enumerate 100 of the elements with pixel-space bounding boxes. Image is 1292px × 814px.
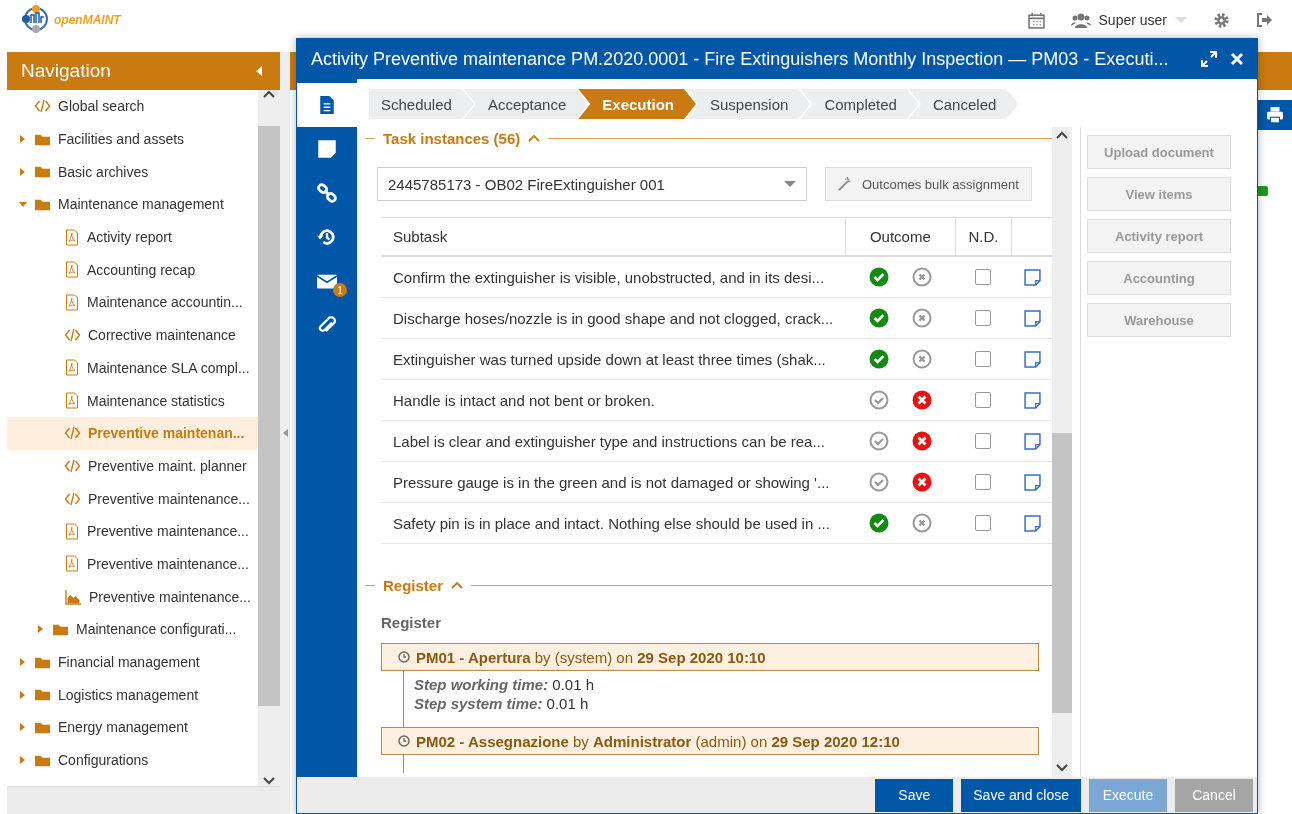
count-badge: 1 — [333, 283, 347, 297]
check-outline-icon — [868, 472, 889, 492]
code-icon — [64, 425, 81, 442]
checkbox[interactable] — [975, 351, 992, 367]
tree-item[interactable]: Preventive maintenance... — [7, 482, 258, 515]
note-icon — [1023, 268, 1041, 286]
note-icon — [1023, 432, 1041, 450]
field-label: Register — [381, 614, 443, 631]
tree-item[interactable]: Preventive maintenance... — [7, 547, 258, 581]
scrollbar-thumb[interactable] — [258, 126, 280, 706]
checkbox[interactable] — [975, 392, 992, 408]
tree-item[interactable]: Maintenance configurati... — [7, 613, 258, 646]
splitter-arrow-icon — [282, 429, 288, 437]
caret-right-icon — [19, 135, 27, 144]
note-icon — [317, 139, 337, 159]
folder-icon — [34, 687, 51, 703]
table-cell: Safety pin is in place and intact. Nothing else should be used in ... — [381, 502, 846, 544]
tree-item[interactable]: Financial management — [7, 645, 258, 679]
tree-item[interactable]: Maintenance statistics — [7, 384, 258, 417]
workflow-step: Acceptance — [463, 89, 589, 119]
note-icon — [1023, 473, 1041, 491]
caret-down-icon — [19, 200, 27, 209]
caret-right-icon — [19, 723, 27, 732]
print-icon — [1266, 106, 1284, 124]
code-icon — [64, 490, 81, 507]
chevron-up-icon[interactable] — [528, 133, 541, 143]
close-icon — [1229, 51, 1245, 67]
note-icon — [1023, 350, 1041, 368]
caret-right-icon — [19, 690, 27, 699]
tree-item[interactable]: Preventive maint. planner — [7, 449, 258, 483]
note-icon — [1023, 309, 1041, 327]
print-button[interactable] — [1258, 100, 1292, 130]
check-outline-icon — [868, 431, 889, 451]
footer-button[interactable]: Save — [875, 778, 954, 812]
step-time-text: Step working time: 0.01 h — [414, 675, 596, 694]
tree-item[interactable]: Maintenance accountin... — [7, 286, 258, 319]
tree-item[interactable]: Activity report — [7, 220, 258, 254]
table-cell: Confirm the extinguisher is visible, unobstructed, and in its desi... — [381, 256, 846, 298]
tree-item[interactable]: Corrective maintenance — [7, 318, 258, 352]
table-cell: Pressure gauge is in the green and is not damaged or showing '... — [381, 461, 846, 503]
table-cell: Discharge hoses/nozzle is in good shape and not clogged, crack... — [381, 297, 846, 339]
scroll-up-icon — [1056, 131, 1068, 141]
chevron-up-icon[interactable] — [451, 580, 464, 590]
checkbox[interactable] — [975, 474, 992, 490]
settings-icon — [1213, 11, 1230, 29]
tree-item[interactable]: Maintenance management — [7, 188, 258, 221]
checkbox[interactable] — [975, 269, 992, 285]
check-circle-icon — [868, 349, 889, 369]
bulk-assignment-button[interactable]: Outcomes bulk assignment — [825, 167, 1032, 201]
table-cell: Extinguisher was turned upside down at least three times (shak... — [381, 338, 846, 380]
tree-item[interactable]: Logistics management — [7, 678, 258, 712]
check-outline-icon — [868, 390, 889, 410]
tree-item[interactable]: Energy management — [7, 711, 258, 744]
footer-button[interactable]: Save and close — [961, 778, 1081, 812]
pdf-file-icon — [64, 261, 80, 279]
user-name[interactable]: Super user — [1098, 12, 1167, 28]
checkbox[interactable] — [975, 310, 992, 326]
cross-outline-icon — [911, 308, 932, 328]
checkbox[interactable] — [975, 433, 992, 449]
workflow-step: Scheduled — [369, 89, 474, 119]
column-header: N.D. — [955, 217, 1012, 256]
check-circle-icon — [868, 513, 889, 533]
check-circle-icon — [868, 308, 889, 328]
history-entry-text: PM01 - Apertura by (system) on 29 Sep 2020 10:10 — [416, 648, 766, 666]
code-icon — [34, 98, 51, 115]
pdf-file-icon — [64, 359, 80, 377]
checkbox[interactable] — [975, 515, 992, 531]
tree-item[interactable]: Basic archives — [7, 155, 258, 189]
tree-item[interactable]: Accounting recap — [7, 253, 258, 287]
cross-outline-icon — [911, 513, 932, 533]
clock-icon — [398, 651, 410, 663]
note-icon — [1023, 391, 1041, 409]
workflow-step: Completed — [800, 89, 919, 119]
navigation-title: Navigation — [21, 60, 111, 82]
tree-item[interactable]: Preventive maintenance... — [7, 580, 258, 613]
cross-circle-icon — [911, 431, 932, 451]
column-header: Outcome — [845, 217, 956, 256]
cross-circle-icon — [911, 390, 932, 410]
folder-icon — [34, 164, 51, 180]
expand-icon — [1201, 51, 1217, 67]
instance-select[interactable]: 2445785173 - OB02 FireExtinguisher 001 — [377, 167, 807, 201]
paperclip-icon — [317, 315, 337, 335]
history-entry-text: PM02 - Assegnazione by Administrator (admin) on 29 Sep 2020 12:10 — [416, 732, 900, 750]
tree-item[interactable]: Configurations — [7, 743, 258, 777]
tree-item[interactable]: Preventive maintenance... — [7, 514, 258, 548]
note-icon — [1023, 514, 1041, 532]
tree-item[interactable]: Maintenance SLA compl... — [7, 351, 258, 385]
table-cell: Handle is intact and not bent or broken. — [381, 379, 846, 421]
workflow-step: Canceled — [908, 89, 1019, 119]
scrollbar-thumb[interactable] — [1052, 433, 1072, 713]
step-time-text: Step system time: 0.01 h — [414, 694, 590, 713]
clock-icon — [398, 735, 410, 747]
pdf-file-icon — [64, 392, 80, 410]
tab[interactable] — [297, 83, 357, 127]
document-icon — [318, 95, 336, 115]
tree-item[interactable]: Global search — [7, 90, 258, 123]
tree-item[interactable]: Facilities and assets — [7, 122, 258, 156]
cross-outline-icon — [911, 267, 932, 287]
dialog-title: Activity Preventive maintenance PM.2020.0001 - Fire Extinguishers Monthly Inspection — PM03 - Executi... — [311, 48, 1170, 70]
calendar-icon — [1027, 11, 1045, 29]
